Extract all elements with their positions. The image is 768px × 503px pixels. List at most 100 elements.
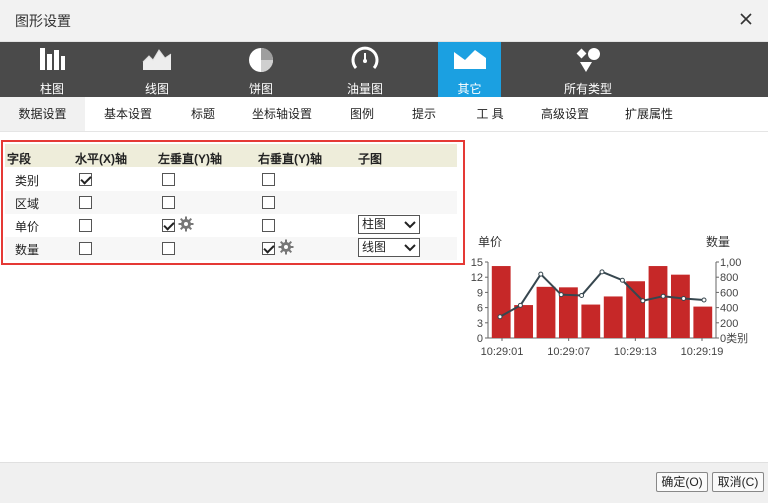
tab-tooltip[interactable]: 提示 — [402, 97, 446, 131]
subchart-select-value: 线图 — [362, 240, 387, 254]
right-y-axis-checkbox[interactable] — [262, 219, 275, 232]
shapes-icon — [576, 48, 600, 72]
area-chart-icon — [453, 50, 486, 69]
settings-tabs: 数据设置 基本设置 标题 坐标轴设置 图例 提示 工 具 高级设置 扩展属性 — [0, 97, 768, 132]
left-axis-title: 单价 — [478, 235, 502, 249]
line-point — [497, 314, 503, 320]
right-y-axis-checkbox[interactable] — [262, 242, 275, 255]
tab-title[interactable]: 标题 — [178, 97, 228, 131]
line-point — [660, 293, 666, 299]
tab-tools[interactable]: 工 具 — [468, 97, 512, 131]
left-y-axis-checkbox[interactable] — [162, 196, 175, 209]
pie-chart-icon — [249, 48, 273, 72]
tab-advanced-settings[interactable]: 高级设置 — [533, 97, 597, 131]
subchart-select[interactable]: 线图 — [358, 238, 420, 257]
type-label: 柱图 — [39, 82, 64, 96]
bar — [514, 305, 534, 338]
left-y-tick-label: 0 — [477, 333, 483, 345]
grid-row: 单价 柱图 — [5, 214, 457, 237]
tab-axis-settings[interactable]: 坐标轴设置 — [244, 97, 320, 131]
chevron-down-icon — [404, 221, 416, 229]
chart-type-bar: 柱图 线图 饼图 油量图 其它 所有类型 — [0, 42, 768, 97]
left-y-tick-label: 3 — [477, 318, 483, 330]
header-field: 字段 — [7, 152, 32, 166]
type-line-chart[interactable]: 线图 — [125, 42, 189, 97]
header-right-y-axis: 右垂直(Y)轴 — [258, 152, 322, 166]
right-y-tick-label: 0类别 — [720, 331, 748, 345]
right-y-tick-label: 200 — [720, 318, 738, 330]
type-gauge[interactable]: 油量图 — [333, 42, 397, 97]
row-field-label: 数量 — [15, 243, 40, 257]
right-y-axis-checkbox[interactable] — [262, 196, 275, 209]
x-axis-checkbox[interactable] — [79, 173, 92, 186]
x-tick-label: 10:29:07 — [547, 346, 590, 358]
type-label: 饼图 — [248, 82, 273, 96]
subchart-select-value: 柱图 — [362, 217, 387, 231]
header-subchart: 子图 — [358, 152, 383, 166]
gear-icon[interactable] — [278, 239, 294, 255]
left-y-axis-checkbox[interactable] — [162, 242, 175, 255]
header-x-axis: 水平(X)轴 — [75, 152, 127, 166]
grid-header: 字段 水平(X)轴 左垂直(Y)轴 右垂直(Y)轴 子图 — [5, 144, 457, 167]
right-axis-title: 数量 — [706, 234, 730, 249]
gear-icon[interactable] — [178, 216, 194, 232]
right-y-tick-label: 600 — [720, 287, 738, 299]
type-label: 所有类型 — [563, 82, 612, 96]
x-tick-label: 10:29:01 — [481, 346, 524, 358]
cancel-button[interactable]: 取消(C) — [712, 472, 764, 492]
line-point — [538, 271, 544, 277]
ok-button[interactable]: 确定(O) — [656, 472, 708, 492]
type-label: 油量图 — [346, 82, 383, 96]
type-label: 线图 — [144, 82, 169, 96]
type-all[interactable]: 所有类型 — [540, 42, 636, 97]
grid-row: 数量 线图 — [5, 237, 457, 260]
right-y-tick-label: 400 — [720, 303, 738, 315]
bar — [581, 304, 601, 338]
preview-chart: 单价 数量 0 3 6 9 12 15 0类别200 400 600 800 1,00 10:29:01 1… — [471, 234, 748, 358]
bar — [603, 296, 623, 338]
tab-legend[interactable]: 图例 — [340, 97, 384, 131]
chevron-down-icon — [404, 244, 416, 252]
x-tick-label: 10:29:13 — [614, 346, 657, 358]
line-point — [558, 292, 564, 298]
grid-row: 类别 — [5, 168, 457, 191]
left-y-axis-checkbox[interactable] — [162, 173, 175, 186]
close-icon[interactable] — [735, 8, 757, 30]
bar — [693, 306, 713, 338]
field-axis-grid: 字段 水平(X)轴 左垂直(Y)轴 右垂直(Y)轴 子图 类别 区域 单价 柱图… — [1, 140, 465, 265]
x-axis-checkbox[interactable] — [79, 242, 92, 255]
x-tick-label: 10:29:19 — [681, 346, 724, 358]
tab-basic-settings[interactable]: 基本设置 — [92, 97, 164, 131]
left-y-axis-checkbox[interactable] — [162, 219, 175, 232]
bar — [536, 286, 556, 338]
line-point — [681, 295, 687, 301]
line-point — [640, 298, 646, 304]
right-y-axis-checkbox[interactable] — [262, 173, 275, 186]
subchart-select[interactable]: 柱图 — [358, 215, 420, 234]
header-left-y-axis: 左垂直(Y)轴 — [158, 152, 222, 166]
dialog-footer: 确定(O) 取消(C) — [0, 462, 768, 503]
tab-data-settings[interactable]: 数据设置 — [0, 97, 85, 131]
bar — [670, 274, 690, 338]
type-bar-chart[interactable]: 柱图 — [20, 42, 84, 97]
dialog-title: 图形设置 — [15, 13, 71, 29]
bar — [491, 266, 511, 338]
type-other[interactable]: 其它 — [438, 42, 501, 97]
line-chart-icon — [142, 49, 172, 70]
bar — [648, 266, 668, 338]
left-y-tick-label: 6 — [477, 303, 483, 315]
x-axis-checkbox[interactable] — [79, 219, 92, 232]
dialog-titlebar: 图形设置 — [0, 0, 768, 42]
x-axis-checkbox[interactable] — [79, 196, 92, 209]
line-point — [619, 277, 625, 283]
line-point — [701, 297, 707, 303]
line-point — [579, 292, 585, 298]
left-y-tick-label: 9 — [477, 287, 483, 299]
right-y-tick-label: 800 — [720, 272, 738, 284]
row-field-label: 类别 — [15, 174, 40, 188]
tab-extended-properties[interactable]: 扩展属性 — [617, 97, 681, 131]
left-y-tick-label: 15 — [471, 257, 483, 269]
type-pie-chart[interactable]: 饼图 — [229, 42, 293, 97]
row-field-label: 单价 — [15, 220, 40, 234]
bar — [626, 281, 646, 338]
